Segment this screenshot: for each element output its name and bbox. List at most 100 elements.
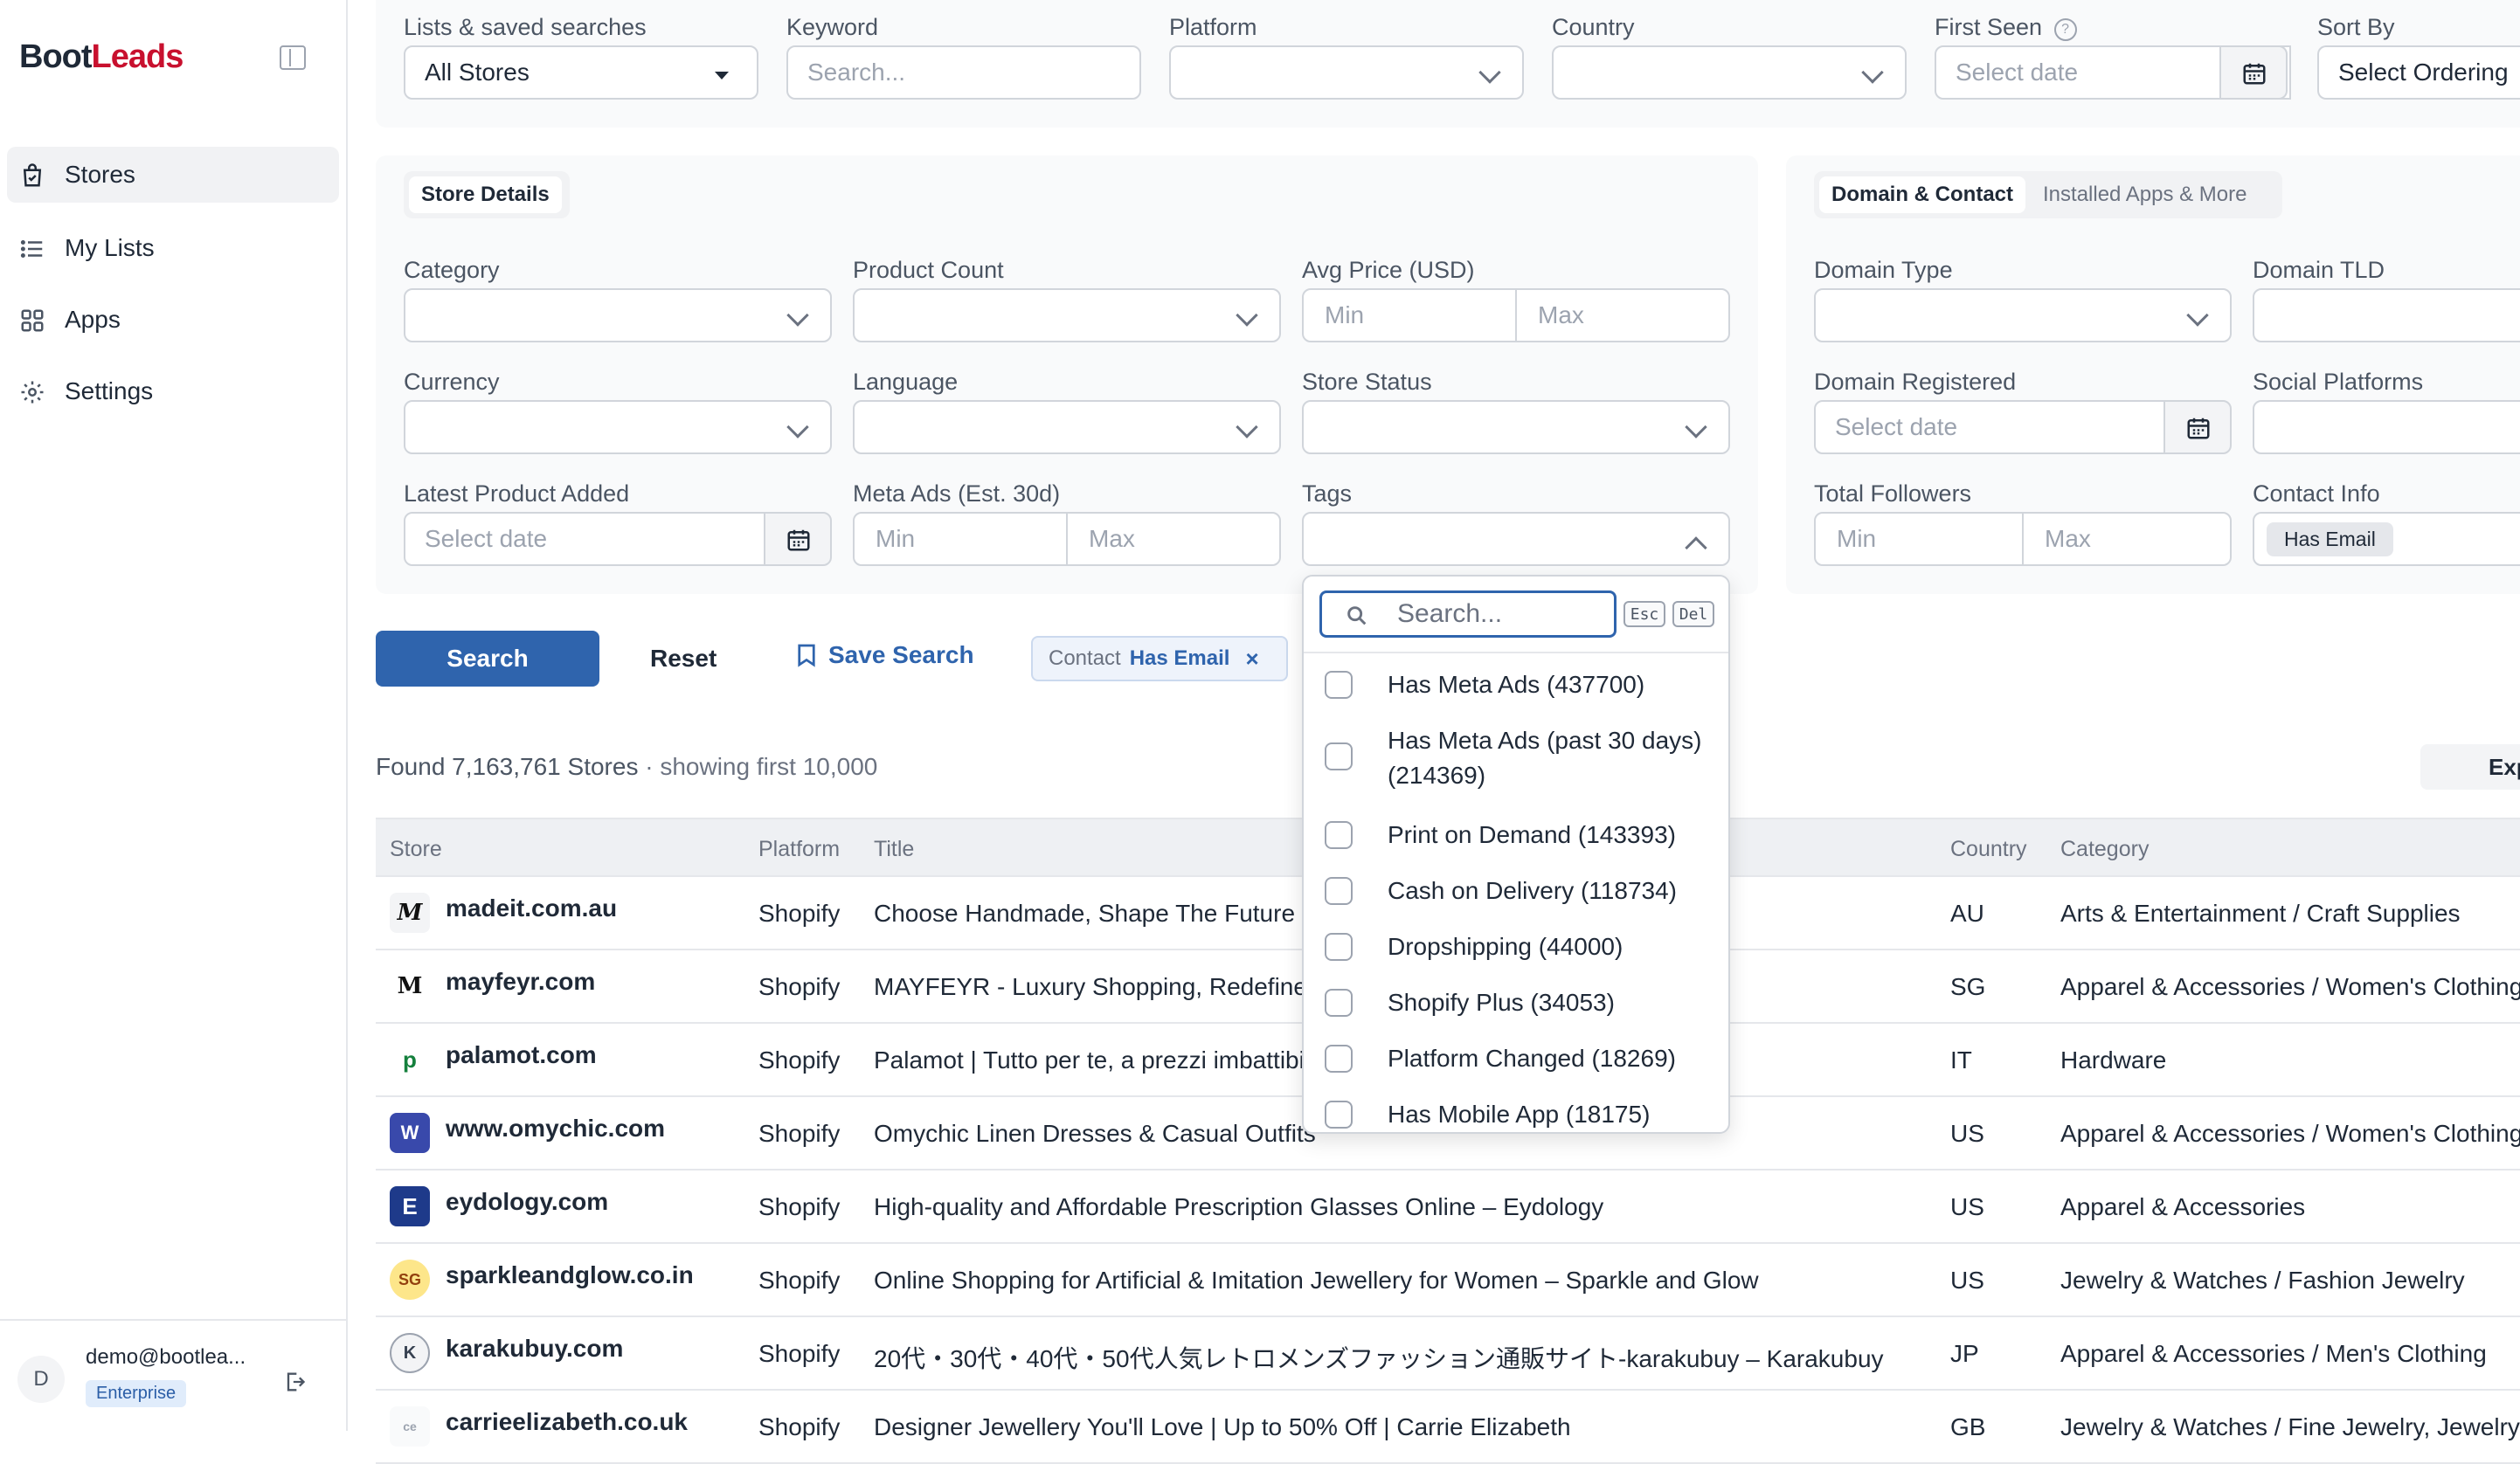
export-button[interactable]: Export: [2420, 744, 2520, 790]
checkbox[interactable]: [1325, 1045, 1353, 1073]
header-country[interactable]: Country: [1950, 837, 2027, 862]
store-domain-link[interactable]: madeit.com.au: [446, 894, 617, 922]
latest-product-label: Latest Product Added: [404, 480, 630, 507]
title-cell: 20代・30代・40代・50代人気レトロメンズファッション通販サイト-karak…: [874, 1345, 1884, 1372]
store-domain-link[interactable]: sparkleandglow.co.in: [446, 1261, 694, 1289]
checkbox[interactable]: [1325, 821, 1353, 849]
avatar[interactable]: D: [17, 1356, 65, 1403]
calendar-icon: [787, 529, 810, 551]
meta-ads-min-input[interactable]: Min: [855, 514, 1068, 564]
table-row[interactable]: SG sparkleandglow.co.in Shopify Online Shop…: [376, 1244, 2520, 1317]
store-status-select[interactable]: [1302, 400, 1730, 454]
tag-option[interactable]: Platform Changed (18269): [1325, 1041, 1709, 1076]
language-select[interactable]: [853, 400, 1281, 454]
tags-label: Tags: [1302, 480, 1353, 507]
avg-price-max-input[interactable]: Max: [1517, 290, 1728, 341]
category-cell: Apparel & Accessories: [2060, 1193, 2306, 1220]
tag-option[interactable]: Has Meta Ads (past 30 days) (214369): [1325, 723, 1709, 793]
domain-tld-select[interactable]: [2253, 288, 2520, 342]
table-row[interactable]: Eeydology.com Shopify High-quality and Aff…: [376, 1171, 2520, 1244]
chip-key: Contact: [1049, 646, 1121, 670]
calendar-icon: [2187, 418, 2210, 439]
total-followers-min-input[interactable]: Min: [1816, 514, 2024, 564]
nav-my-lists[interactable]: My Lists: [0, 220, 332, 276]
chevron-up-icon: [1685, 536, 1707, 559]
checkbox[interactable]: [1325, 933, 1353, 961]
nav-stores[interactable]: Stores: [7, 147, 339, 203]
table-row[interactable]: ce carrieelizabeth.co.uk Shopify Designer J…: [376, 1391, 2520, 1464]
domain-type-select[interactable]: [1814, 288, 2232, 342]
store-domain-link[interactable]: carrieelizabeth.co.uk: [446, 1408, 688, 1436]
category-select[interactable]: [404, 288, 832, 342]
tab-store-details[interactable]: Store Details: [409, 176, 562, 213]
domain-registered-date-input[interactable]: Select date: [1814, 400, 2170, 454]
avg-price-min-input[interactable]: Min: [1304, 290, 1517, 341]
tag-option[interactable]: Shopify Plus (34053): [1325, 985, 1709, 1020]
tag-option-label: Dropshipping (44000): [1388, 933, 1623, 960]
store-favicon: SG: [390, 1260, 430, 1300]
tags-search-input[interactable]: Search...: [1319, 590, 1617, 638]
tab-domain-contact[interactable]: Domain & Contact: [1819, 176, 2026, 213]
checkbox[interactable]: [1325, 989, 1353, 1017]
latest-product-calendar-button[interactable]: [764, 512, 832, 566]
country-label: Country: [1552, 14, 1635, 40]
header-category[interactable]: Category: [2060, 837, 2149, 862]
store-domain-link[interactable]: www.omychic.com: [446, 1115, 665, 1143]
store-domain-link[interactable]: mayfeyr.com: [446, 968, 595, 996]
close-icon[interactable]: ×: [1245, 646, 1258, 673]
collapse-sidebar-icon[interactable]: [280, 45, 306, 70]
tab-installed-apps[interactable]: Installed Apps & More: [2031, 176, 2259, 213]
platform-select[interactable]: [1169, 45, 1524, 100]
store-domain-link[interactable]: eydology.com: [446, 1188, 608, 1216]
contact-info-tag[interactable]: Has Email: [2267, 521, 2393, 556]
domain-registered-calendar-button[interactable]: [2163, 400, 2232, 454]
country-select[interactable]: [1552, 45, 1907, 100]
tag-option[interactable]: Has Mobile App (18175): [1325, 1097, 1709, 1132]
help-icon[interactable]: ?: [2053, 18, 2077, 41]
sort-by-select[interactable]: Select Ordering: [2317, 45, 2520, 100]
nav-label: My Lists: [65, 234, 155, 261]
nav-apps[interactable]: Apps: [0, 292, 332, 348]
keyword-label: Keyword: [786, 14, 879, 40]
tag-option-count: (214369): [1388, 762, 1486, 789]
tags-select[interactable]: [1302, 512, 1730, 566]
table-row[interactable]: Kkarakubuy.com Shopify 20代・30代・40代・50代人気レト…: [376, 1317, 2520, 1391]
social-platforms-select[interactable]: [2253, 400, 2520, 454]
tag-option[interactable]: Cash on Delivery (118734): [1325, 874, 1709, 908]
store-domain-link[interactable]: palamot.com: [446, 1041, 597, 1069]
first-seen-calendar-button[interactable]: [2219, 45, 2288, 100]
nav-label: Settings: [65, 377, 154, 404]
total-followers-max-input[interactable]: Max: [2024, 514, 2230, 564]
tag-option[interactable]: Has Meta Ads (437700): [1325, 667, 1709, 702]
reset-button[interactable]: Reset: [650, 645, 717, 673]
currency-select[interactable]: [404, 400, 832, 454]
date-placeholder: Select date: [1835, 413, 1958, 440]
search-button[interactable]: Search: [376, 631, 599, 687]
date-placeholder: Select date: [1956, 59, 2079, 86]
chevron-down-icon: [1236, 304, 1258, 327]
lists-select[interactable]: All Stores: [404, 45, 758, 100]
checkbox[interactable]: [1325, 877, 1353, 905]
checkbox[interactable]: [1325, 742, 1353, 770]
logout-icon[interactable]: [281, 1370, 308, 1394]
latest-product-date-input[interactable]: Select date: [404, 512, 771, 566]
header-store[interactable]: Store: [390, 837, 442, 862]
header-platform[interactable]: Platform: [758, 837, 840, 862]
chip-value: Has Email: [1129, 646, 1230, 670]
meta-ads-max-input[interactable]: Max: [1068, 514, 1279, 564]
app-logo[interactable]: BootLeads: [19, 38, 183, 76]
country-cell: GB: [1950, 1413, 1986, 1440]
tag-option[interactable]: Print on Demand (143393): [1325, 818, 1709, 853]
checkbox[interactable]: [1325, 1101, 1353, 1129]
nav-settings[interactable]: Settings: [0, 363, 332, 419]
tag-option-label: Cash on Delivery (118734): [1388, 877, 1677, 904]
store-status-label: Store Status: [1302, 369, 1432, 395]
header-title[interactable]: Title: [874, 837, 914, 862]
contact-info-select[interactable]: Has Email: [2253, 512, 2520, 566]
store-domain-link[interactable]: karakubuy.com: [446, 1335, 623, 1363]
tag-option[interactable]: Dropshipping (44000): [1325, 929, 1709, 964]
keyword-input[interactable]: Search...: [786, 45, 1141, 100]
checkbox[interactable]: [1325, 671, 1353, 699]
save-search-button[interactable]: Save Search: [797, 641, 974, 669]
product-count-select[interactable]: [853, 288, 1281, 342]
